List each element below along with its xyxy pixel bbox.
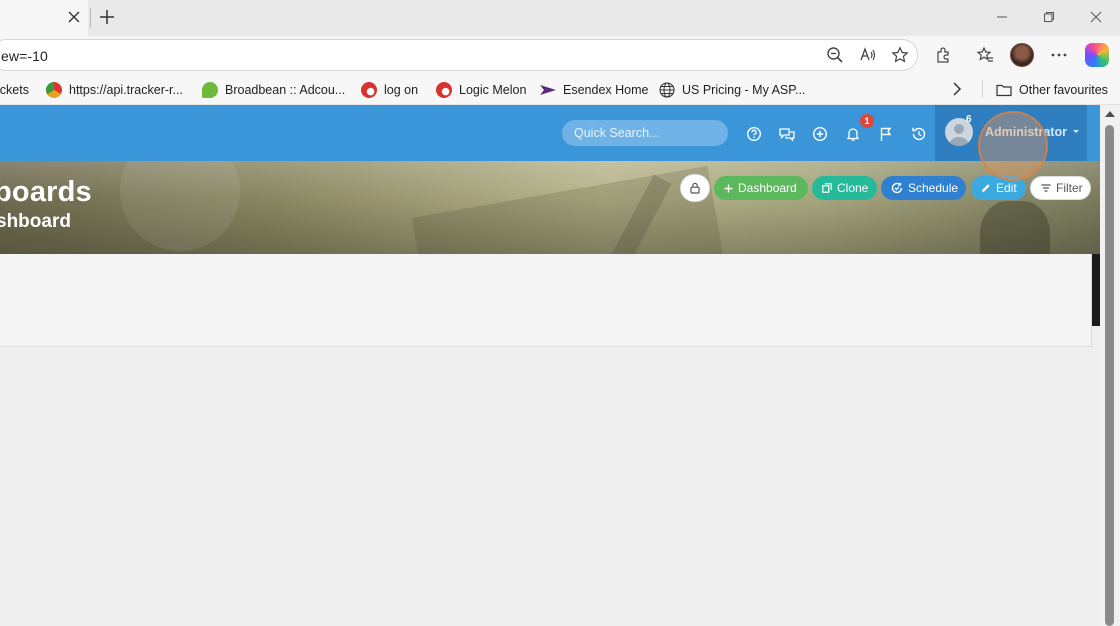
scroll-thumb[interactable] bbox=[1105, 125, 1114, 626]
page-subtitle: shboard bbox=[0, 211, 71, 232]
address-bar[interactable]: ew=-10 bbox=[0, 39, 918, 71]
broadbean-favicon-icon bbox=[202, 82, 218, 98]
filter-icon bbox=[1041, 184, 1051, 192]
close-window-icon[interactable] bbox=[1084, 6, 1108, 28]
app-header: Quick Search... 1 6 Administrator bbox=[0, 105, 1100, 161]
close-tab-icon[interactable] bbox=[64, 7, 84, 27]
pencil-icon bbox=[981, 183, 991, 193]
favourite-item[interactable]: https://api.tracker-r... bbox=[46, 81, 183, 99]
folder-icon bbox=[996, 82, 1012, 98]
chevron-right-icon[interactable] bbox=[948, 80, 966, 98]
schedule-button[interactable]: Schedule bbox=[881, 176, 966, 200]
clone-button[interactable]: Clone bbox=[812, 176, 877, 200]
zoom-out-icon[interactable] bbox=[822, 42, 848, 68]
other-favourites[interactable]: Other favourites bbox=[996, 81, 1108, 99]
chat-icon[interactable] bbox=[777, 124, 797, 144]
extensions-icon[interactable] bbox=[931, 42, 957, 68]
banner-decoration bbox=[120, 161, 240, 251]
favourites-divider bbox=[982, 80, 983, 98]
filter-label: Filter bbox=[1056, 181, 1083, 195]
favourite-item[interactable]: log on bbox=[361, 81, 418, 99]
help-icon[interactable] bbox=[744, 124, 764, 144]
tab-divider bbox=[90, 8, 91, 28]
more-options-icon[interactable] bbox=[1046, 42, 1072, 68]
add-dashboard-label: Dashboard bbox=[738, 181, 797, 195]
history-icon[interactable] bbox=[909, 124, 929, 144]
browser-toolbar: ew=-10 bbox=[0, 36, 1120, 74]
quick-search-input[interactable]: Quick Search... bbox=[562, 120, 728, 146]
banner-decoration bbox=[980, 201, 1050, 254]
copilot-icon[interactable] bbox=[1085, 43, 1109, 67]
notification-badge: 1 bbox=[860, 114, 874, 128]
favourite-label: US Pricing - My ASP... bbox=[682, 83, 806, 97]
favourite-item[interactable]: Esendex Home bbox=[540, 81, 648, 99]
edit-label: Edit bbox=[996, 181, 1017, 195]
read-aloud-icon[interactable] bbox=[855, 42, 881, 68]
other-favourites-label: Other favourites bbox=[1019, 83, 1108, 97]
page-scrollbar[interactable] bbox=[1100, 105, 1120, 626]
favourite-label: Broadbean :: Adcou... bbox=[225, 83, 346, 97]
add-circle-icon[interactable] bbox=[810, 124, 830, 144]
browser-tab[interactable] bbox=[0, 0, 88, 36]
lock-button[interactable] bbox=[680, 174, 710, 202]
profile-avatar[interactable] bbox=[1010, 43, 1034, 67]
filter-button[interactable]: Filter bbox=[1030, 176, 1091, 200]
dashboard-panel bbox=[0, 254, 1092, 347]
favourite-item[interactable]: ickets bbox=[0, 81, 29, 99]
schedule-label: Schedule bbox=[908, 181, 959, 195]
caret-down-icon bbox=[1073, 130, 1079, 133]
favourite-label: Logic Melon bbox=[459, 83, 527, 97]
scroll-up-arrow-icon[interactable] bbox=[1105, 111, 1115, 117]
user-count-badge: 6 bbox=[966, 114, 972, 125]
favourite-item[interactable]: US Pricing - My ASP... bbox=[659, 81, 805, 99]
new-tab-icon[interactable] bbox=[96, 6, 118, 28]
page-banner: boards shboard bbox=[0, 161, 1100, 254]
favourite-item[interactable]: Broadbean :: Adcou... bbox=[202, 81, 345, 99]
add-dashboard-button[interactable]: Dashboard bbox=[714, 176, 808, 200]
panel-scrollbar[interactable] bbox=[1092, 254, 1100, 326]
flag-icon[interactable] bbox=[876, 124, 896, 144]
tracker-favicon-icon bbox=[46, 82, 62, 98]
esendex-favicon-icon bbox=[540, 82, 556, 98]
favourite-label: Esendex Home bbox=[563, 83, 649, 97]
favourite-star-icon[interactable] bbox=[887, 42, 913, 68]
bell-icon[interactable] bbox=[843, 124, 863, 144]
address-text: ew=-10 bbox=[1, 48, 48, 64]
restore-icon[interactable] bbox=[1037, 6, 1061, 28]
globe-icon bbox=[659, 82, 675, 98]
plus-icon bbox=[724, 184, 733, 193]
minimize-icon[interactable] bbox=[990, 6, 1014, 28]
quick-search-placeholder: Quick Search... bbox=[574, 126, 660, 140]
banner-decoration bbox=[411, 165, 729, 254]
copy-icon bbox=[822, 183, 832, 193]
favourite-item[interactable]: Logic Melon bbox=[436, 81, 526, 99]
favourite-label: ickets bbox=[0, 83, 29, 97]
schedule-icon bbox=[891, 182, 903, 194]
logon-favicon-icon bbox=[361, 82, 377, 98]
favourite-label: https://api.tracker-r... bbox=[69, 83, 183, 97]
lock-icon bbox=[690, 182, 700, 194]
logic-melon-favicon-icon bbox=[436, 82, 452, 98]
favourite-label: log on bbox=[384, 83, 419, 97]
clone-label: Clone bbox=[837, 181, 869, 195]
browser-tab-strip bbox=[0, 0, 1120, 36]
click-indicator bbox=[978, 111, 1048, 181]
favourites-icon[interactable] bbox=[972, 42, 998, 68]
page-title: boards bbox=[0, 176, 92, 208]
